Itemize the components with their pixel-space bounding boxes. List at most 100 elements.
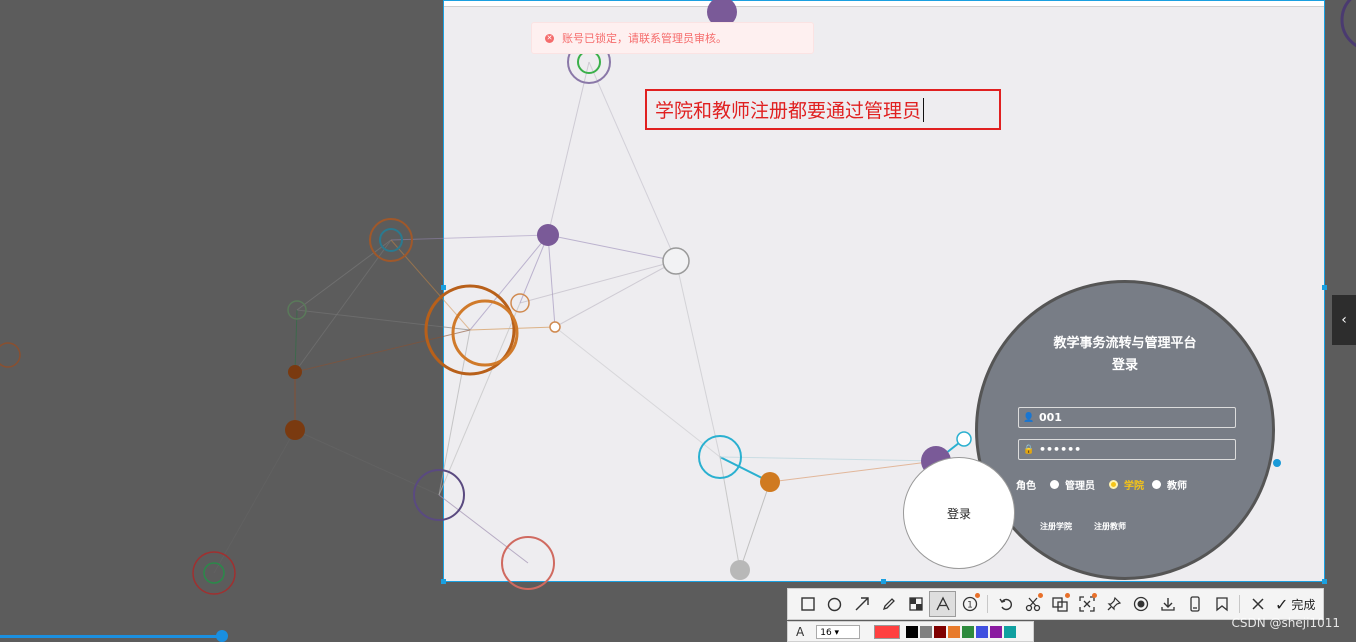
- register-teacher-link[interactable]: 注册教师: [1094, 521, 1126, 532]
- color-swatch-orange[interactable]: [948, 625, 961, 638]
- new-feature-dot: [1065, 593, 1070, 598]
- resize-handle[interactable]: [881, 579, 886, 584]
- scan-icon[interactable]: [1073, 591, 1100, 617]
- color-swatch-green[interactable]: [962, 625, 975, 638]
- color-swatch-black[interactable]: [906, 625, 919, 638]
- text-style-toolbar: A 16 ▾: [787, 621, 1034, 642]
- resize-handle[interactable]: [1322, 579, 1327, 584]
- color-swatch-blue[interactable]: [976, 625, 989, 638]
- network-link: [547, 61, 590, 236]
- toolbar-divider: [987, 595, 988, 613]
- login-button[interactable]: 登录: [903, 457, 1015, 569]
- network-node: [537, 224, 559, 246]
- network-node: [760, 472, 780, 492]
- error-circle-icon: ✕: [545, 33, 554, 43]
- network-link: [739, 481, 771, 571]
- network-link: [719, 456, 937, 462]
- network-link: [519, 234, 549, 304]
- font-size-select[interactable]: 16 ▾: [816, 624, 861, 639]
- done-label: 完成: [1291, 597, 1316, 612]
- role-label-admin[interactable]: 管理员: [1065, 477, 1095, 492]
- network-link: [547, 234, 677, 262]
- toast-message: 账号已锁定，请联系管理员审核。: [562, 32, 727, 45]
- side-collapse-tab[interactable]: ‹: [1332, 295, 1356, 345]
- color-swatch-teal[interactable]: [1004, 625, 1017, 638]
- network-link: [438, 302, 521, 496]
- role-label-teacher[interactable]: 教师: [1167, 477, 1187, 492]
- user-icon: 👤: [1023, 412, 1035, 423]
- platform-title: 教学事务流转与管理平台: [1053, 336, 1197, 351]
- font-size-icon: A: [796, 624, 805, 639]
- chevron-left-icon: ‹: [1341, 312, 1347, 328]
- login-panel: 教学事务流转与管理平台 登录 👤 001 🔒 •••••• 角色 管理员 学院 …: [975, 280, 1275, 580]
- phone-icon[interactable]: [1181, 591, 1208, 617]
- text-cursor: [923, 97, 925, 122]
- network-node: [730, 560, 750, 580]
- network-link: [294, 429, 440, 496]
- role-selector: 角色 管理员 学院 教师: [1016, 477, 1187, 492]
- username-value: 001: [1039, 411, 1062, 424]
- password-value: ••••••: [1039, 443, 1082, 456]
- network-link: [547, 234, 556, 328]
- network-link: [719, 456, 741, 571]
- username-field[interactable]: 👤 001: [1018, 407, 1236, 428]
- bookmark-icon[interactable]: [1208, 591, 1235, 617]
- record-icon[interactable]: [1127, 591, 1154, 617]
- text-icon[interactable]: [929, 591, 956, 617]
- resize-handle[interactable]: [441, 285, 446, 290]
- login-title: 教学事务流转与管理平台 登录: [978, 333, 1272, 377]
- color-swatch-maroon[interactable]: [934, 625, 947, 638]
- toolbar-divider: [1239, 595, 1240, 613]
- ocr-icon[interactable]: [1046, 591, 1073, 617]
- network-node: [662, 247, 690, 275]
- number-icon[interactable]: 1: [956, 591, 983, 617]
- role-label-college[interactable]: 学院: [1124, 477, 1144, 492]
- pencil-icon[interactable]: [875, 591, 902, 617]
- network-node: [1273, 459, 1281, 467]
- login-heading: 登录: [1111, 358, 1138, 373]
- network-link: [519, 260, 677, 304]
- role-radio-college[interactable]: [1109, 480, 1118, 489]
- video-progress-knob[interactable]: [216, 630, 228, 642]
- new-feature-dot: [1092, 593, 1097, 598]
- watermark: CSDN @sheji1011: [1231, 616, 1340, 630]
- rectangle-icon[interactable]: [794, 591, 821, 617]
- register-college-link[interactable]: 注册学院: [1040, 521, 1072, 532]
- error-toast: ✕ 账号已锁定，请联系管理员审核。: [531, 22, 814, 54]
- scissors-icon[interactable]: [1019, 591, 1046, 617]
- network-node: [1340, 0, 1356, 48]
- resize-handle[interactable]: [441, 579, 446, 584]
- current-color-swatch[interactable]: [874, 624, 901, 639]
- network-link: [213, 429, 296, 574]
- font-size-value: 16: [820, 627, 832, 638]
- network-link: [390, 234, 549, 241]
- new-feature-dot: [975, 593, 980, 598]
- network-node: [0, 342, 21, 368]
- mosaic-icon[interactable]: [902, 591, 929, 617]
- network-link: [438, 494, 529, 564]
- video-progress-bar[interactable]: [0, 635, 222, 638]
- password-field[interactable]: 🔒 ••••••: [1018, 439, 1236, 460]
- undo-icon[interactable]: [992, 591, 1019, 617]
- color-swatch-gray[interactable]: [920, 625, 933, 638]
- resize-handle[interactable]: [1322, 285, 1327, 290]
- color-swatch-purple[interactable]: [990, 625, 1003, 638]
- network-link: [296, 239, 392, 311]
- pin-icon[interactable]: [1100, 591, 1127, 617]
- download-icon[interactable]: [1154, 591, 1181, 617]
- text-annotation-box[interactable]: 学院和教师注册都要通过管理员: [645, 89, 1001, 130]
- network-node: [288, 365, 302, 379]
- network-link: [296, 309, 471, 331]
- arrow-icon[interactable]: [848, 591, 875, 617]
- ellipse-icon[interactable]: [821, 591, 848, 617]
- done-button[interactable]: ✓ 完成: [1275, 595, 1315, 614]
- role-radio-admin[interactable]: [1050, 480, 1059, 489]
- lock-icon: 🔒: [1023, 444, 1035, 455]
- role-radio-teacher[interactable]: [1152, 480, 1161, 489]
- annotation-text[interactable]: 学院和教师注册都要通过管理员: [655, 96, 921, 123]
- new-feature-dot: [1038, 593, 1043, 598]
- network-link: [769, 460, 937, 483]
- close-icon[interactable]: [1244, 591, 1271, 617]
- network-node: [549, 321, 561, 333]
- role-label: 角色: [1016, 481, 1036, 492]
